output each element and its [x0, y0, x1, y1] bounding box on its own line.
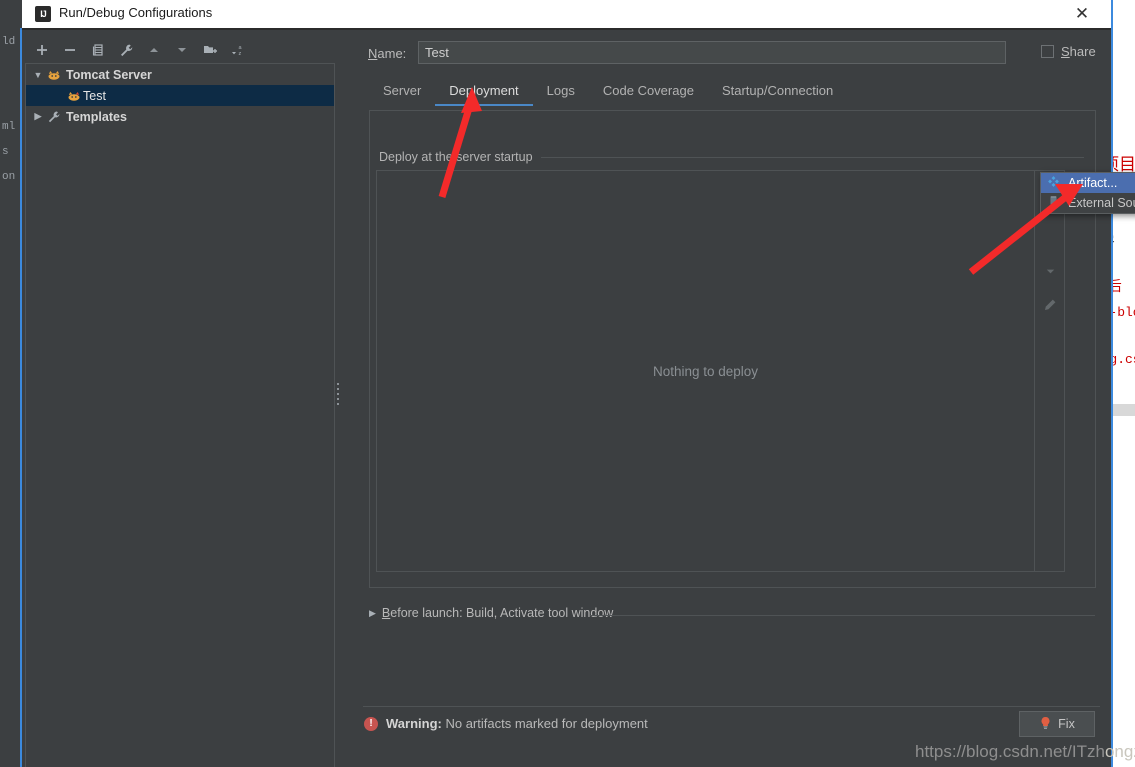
tab-code-coverage[interactable]: Code Coverage: [589, 78, 708, 104]
warning-message-row: ! Warning: No artifacts marked for deplo…: [364, 716, 648, 731]
popup-item-artifact[interactable]: Artifact...: [1041, 173, 1135, 193]
copy-configuration-button[interactable]: [86, 39, 110, 61]
before-launch-separator: [590, 615, 1095, 616]
watermark: https://blog.csdn.net/ITzhongzi: [915, 742, 1135, 762]
run-debug-configurations-dialog: IJ Run/Debug Configurations ✕ a z ▼ Tomc…: [22, 0, 1135, 767]
tab-deployment[interactable]: Deployment: [435, 78, 534, 106]
background-fragment-on: on: [2, 171, 16, 183]
edit-artifact-button: [1035, 291, 1065, 319]
dialog-right-edge: [1111, 0, 1113, 767]
tree-item-templates[interactable]: ▶ Templates: [26, 106, 334, 127]
close-icon[interactable]: ✕: [1071, 4, 1093, 24]
dialog-title: Run/Debug Configurations: [59, 5, 213, 20]
popup-item-external-source[interactable]: External Source: [1041, 193, 1135, 213]
chevron-right-icon[interactable]: ▶: [369, 608, 376, 619]
fix-button[interactable]: Fix: [1019, 711, 1095, 737]
wrench-icon: [46, 109, 62, 125]
tomcat-icon: [46, 67, 62, 83]
artifact-diamond-icon: [1047, 175, 1060, 191]
name-label: Name:: [368, 46, 407, 61]
popup-item-label: External Source: [1068, 196, 1135, 210]
popup-item-label: Artifact...: [1068, 176, 1118, 190]
tab-startup-connection[interactable]: Startup/Connection: [708, 78, 847, 104]
tab-server[interactable]: Server: [369, 78, 435, 104]
tree-item-label: Test: [83, 88, 106, 103]
intellij-idea-icon: IJ: [35, 6, 51, 22]
share-checkbox[interactable]: Share: [1041, 44, 1096, 59]
lightbulb-icon: [1039, 716, 1052, 733]
fix-button-label: Fix: [1058, 717, 1075, 731]
before-launch-section[interactable]: ▶ Before launch: Build, Activate tool wi…: [369, 606, 613, 620]
background-fragment-ml: ml: [2, 121, 16, 133]
warning-error-icon: !: [364, 716, 378, 731]
add-artifact-popup-menu[interactable]: Artifact... External Source: [1040, 172, 1135, 214]
add-configuration-button[interactable]: [30, 39, 54, 61]
new-folder-button[interactable]: [198, 39, 222, 61]
checkbox-box-icon[interactable]: [1041, 45, 1054, 58]
configuration-tabs: Server Deployment Logs Code Coverage Sta…: [369, 78, 847, 106]
remove-artifact-button: [1035, 257, 1065, 285]
dialog-titlebar: IJ Run/Debug Configurations ✕: [22, 0, 1113, 29]
background-fragment-s: s: [2, 146, 9, 158]
sort-button[interactable]: a z: [226, 39, 250, 61]
tomcat-icon: [66, 88, 82, 104]
deploy-group-title: Deploy at the server startup: [379, 150, 541, 164]
move-up-button[interactable]: [142, 39, 166, 61]
before-launch-label: Before launch: Build, Activate tool wind…: [381, 606, 614, 620]
configuration-editor-pane: Name: Share Server Deployment Logs Code …: [343, 30, 1135, 767]
warning-text: Warning: No artifacts marked for deploym…: [386, 716, 648, 731]
share-label: Share: [1061, 44, 1096, 59]
tree-item-label: Tomcat Server: [66, 67, 152, 82]
tab-logs[interactable]: Logs: [533, 78, 589, 104]
deploy-side-toolbar: [1035, 171, 1065, 571]
watermark-text: https://blog.csdn.net/ITzh: [915, 742, 1105, 761]
move-down-button[interactable]: [170, 39, 194, 61]
watermark-text-dim: ongzi: [1104, 742, 1135, 761]
warning-detail: No artifacts marked for deployment: [445, 716, 648, 731]
remove-configuration-button[interactable]: [58, 39, 82, 61]
deploy-empty-text: Nothing to deploy: [652, 363, 759, 379]
tree-item-tomcat-server[interactable]: ▼ Tomcat Server: [26, 64, 334, 85]
chevron-down-icon[interactable]: ▼: [30, 70, 46, 80]
svg-text:z: z: [238, 51, 241, 57]
deploy-artifacts-box: Nothing to deploy: [376, 170, 1065, 572]
deploy-artifacts-list[interactable]: Nothing to deploy: [377, 171, 1035, 571]
screenshot-root: ld ml s on 该项目 器 t 然后 img-blo blog.cs IJ…: [0, 0, 1135, 767]
configurations-tree[interactable]: ▼ Tomcat Server Test ▶ Templates: [25, 63, 335, 767]
chevron-right-icon[interactable]: ▶: [30, 111, 46, 122]
configurations-left-pane: a z ▼ Tomcat Server Test ▶ Templates: [22, 30, 337, 767]
tree-item-test[interactable]: Test: [26, 85, 334, 106]
edit-defaults-button[interactable]: [114, 39, 138, 61]
splitter-grip-icon: [337, 383, 341, 409]
warning-prefix: Warning:: [386, 716, 442, 731]
footer-separator: [363, 706, 1100, 707]
tree-item-label: Templates: [66, 109, 127, 124]
name-input[interactable]: [418, 41, 1006, 64]
configurations-toolbar: a z: [30, 38, 250, 62]
background-fragment-ld: ld: [2, 36, 16, 48]
background-left-strip: [0, 0, 22, 767]
external-source-icon: [1047, 195, 1060, 211]
pane-splitter[interactable]: [335, 30, 343, 767]
